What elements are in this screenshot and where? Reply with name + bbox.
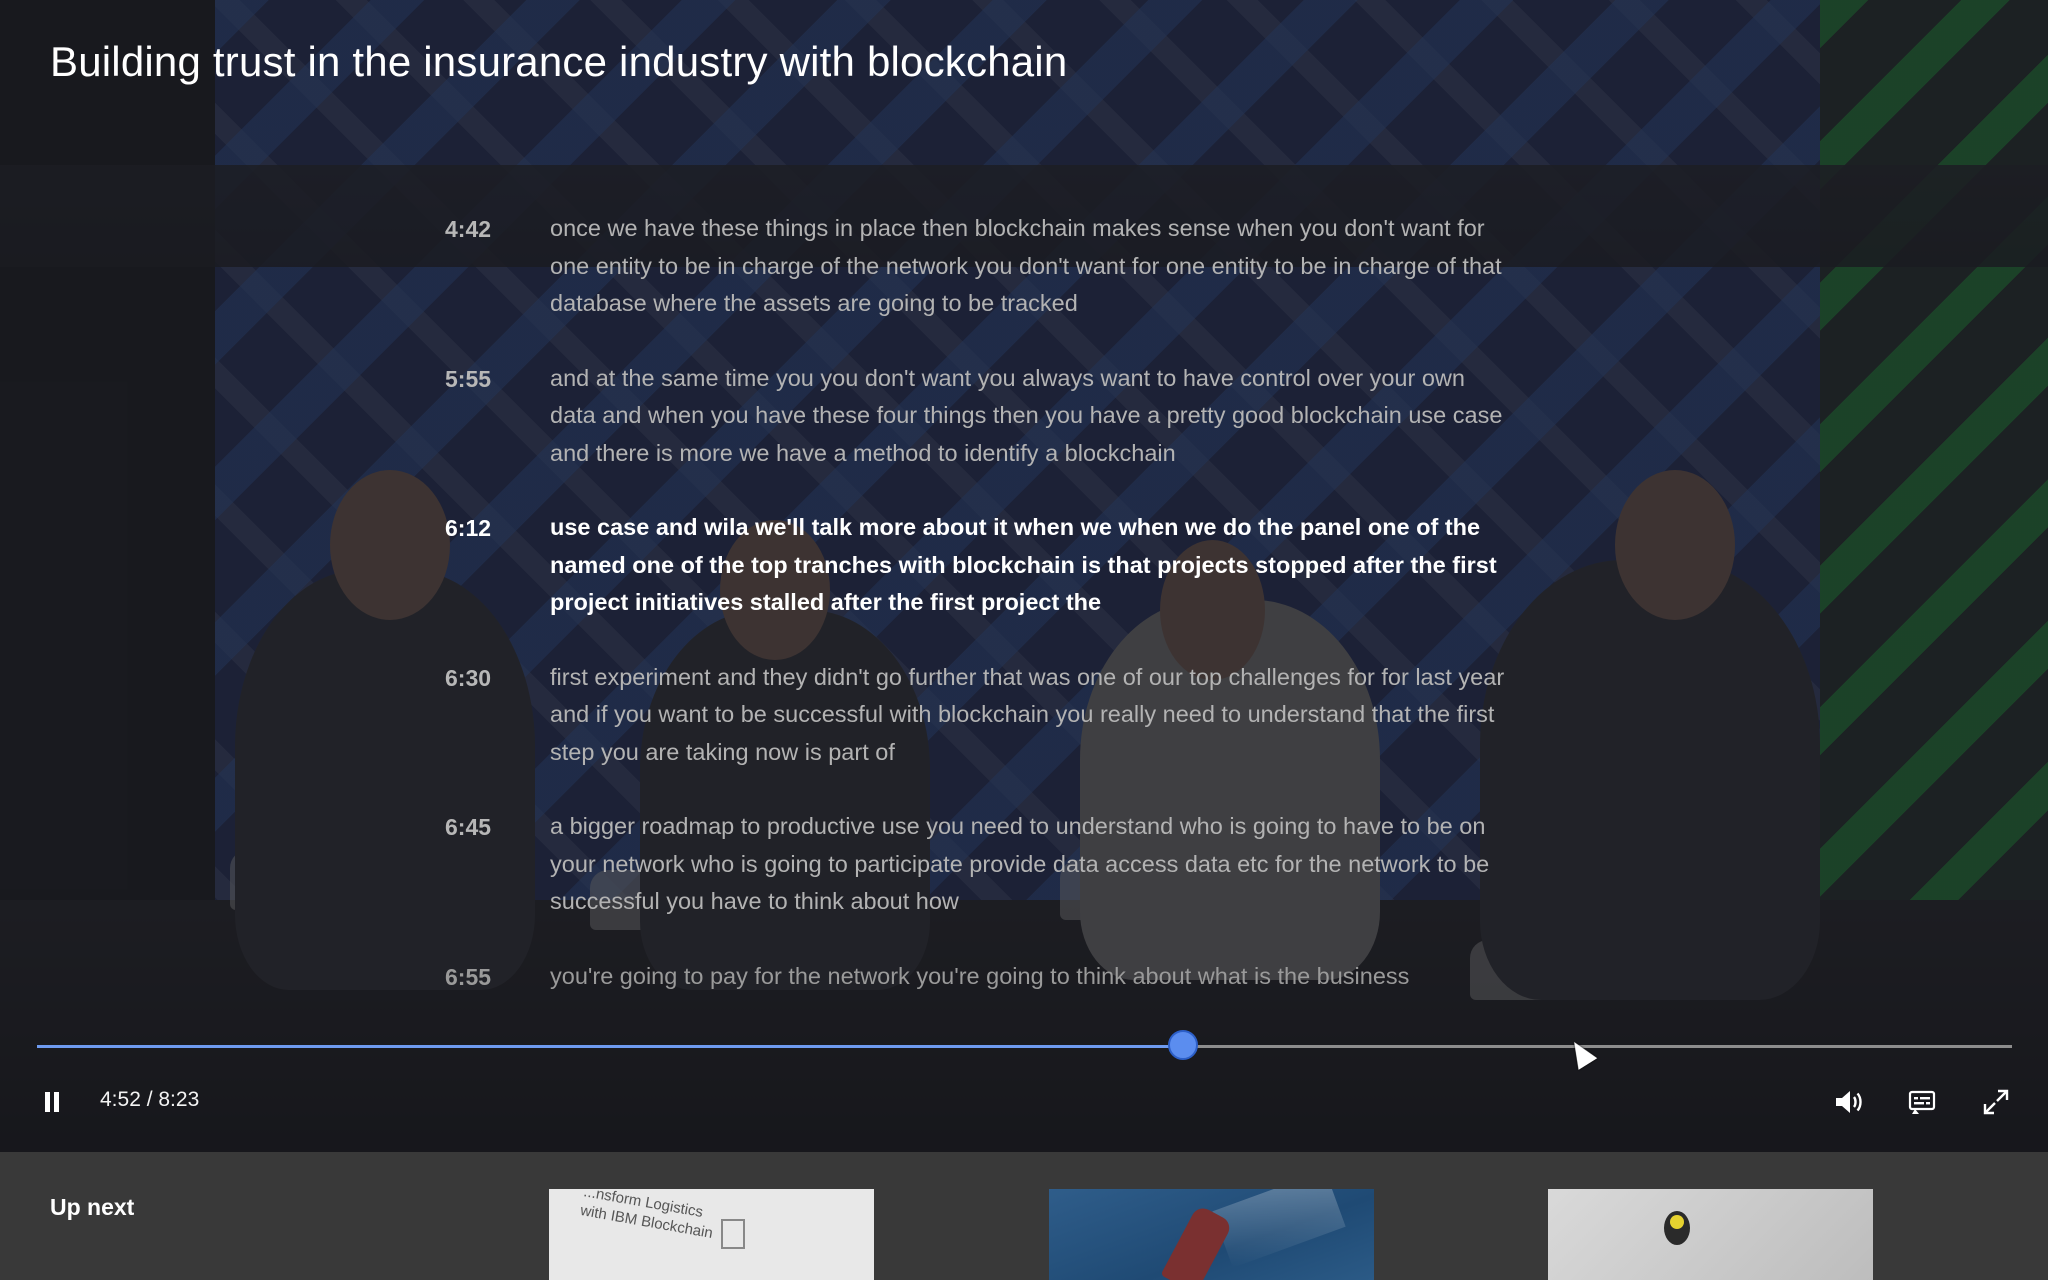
transcript-text: a bigger roadmap to productive use you n… — [550, 813, 1490, 914]
up-next-panel: Up next ...nsform Logistics with IBM Blo… — [0, 1152, 2048, 1280]
transcript-entry[interactable]: 6:55 you're going to pay for the network … — [445, 958, 1525, 991]
transcript-entry[interactable]: 6:12 use case and wila we'll talk more ab… — [445, 509, 1525, 622]
interactive-transcript[interactable]: 4:42 once we have these things in place t… — [445, 210, 1525, 990]
transcript-timestamp[interactable]: 6:12 — [445, 509, 550, 622]
thumbnail-text: ...nsform Logistics with IBM Blockchain — [579, 1189, 715, 1243]
transcript-entry[interactable]: 4:42 once we have these things in place t… — [445, 210, 1525, 323]
transcript-entry[interactable]: 5:55 and at the same time you you don't w… — [445, 360, 1525, 473]
transcript-timestamp[interactable]: 5:55 — [445, 360, 550, 473]
transcript-timestamp[interactable]: 6:55 — [445, 958, 550, 991]
up-next-thumbnail[interactable]: ...nsform Logistics with IBM Blockchain — [549, 1189, 874, 1280]
transcript-text: and at the same time you you don't want … — [550, 364, 1503, 466]
transcript-entry[interactable]: 6:30 first experiment and they didn't go … — [445, 659, 1525, 772]
worker-image — [1664, 1211, 1690, 1245]
fullscreen-icon[interactable] — [1980, 1086, 2012, 1118]
transcript-timestamp[interactable]: 4:42 — [445, 210, 550, 323]
transcript-timestamp[interactable]: 6:45 — [445, 808, 550, 921]
volume-icon[interactable] — [1832, 1086, 1864, 1118]
progress-bar[interactable] — [37, 1030, 2012, 1060]
transcript-text: you're going to pay for the network you'… — [550, 962, 1410, 989]
closed-captions-icon[interactable] — [1906, 1086, 1938, 1118]
time-readout: 4:52 / 8:23 — [100, 1088, 200, 1111]
transcript-entry[interactable]: 6:45 a bigger roadmap to productive use y… — [445, 808, 1525, 921]
video-player[interactable]: Building trust in the insurance industry… — [0, 0, 2048, 1152]
transcript-text: use case and wila we'll talk more about … — [550, 514, 1497, 615]
progress-handle[interactable] — [1167, 1030, 1198, 1060]
progress-fill — [37, 1045, 1183, 1048]
up-next-thumbnail[interactable] — [1548, 1189, 1873, 1280]
up-next-label: Up next — [50, 1194, 135, 1220]
transcript-text: first experiment and they didn't go furt… — [550, 663, 1505, 765]
transcript-text: once we have these things in place then … — [550, 215, 1502, 316]
video-title: Building trust in the insurance industry… — [50, 38, 1068, 85]
up-next-thumbnail[interactable] — [1049, 1189, 1374, 1280]
transcript-timestamp[interactable]: 6:30 — [445, 659, 550, 772]
pause-icon[interactable] — [36, 1086, 68, 1118]
